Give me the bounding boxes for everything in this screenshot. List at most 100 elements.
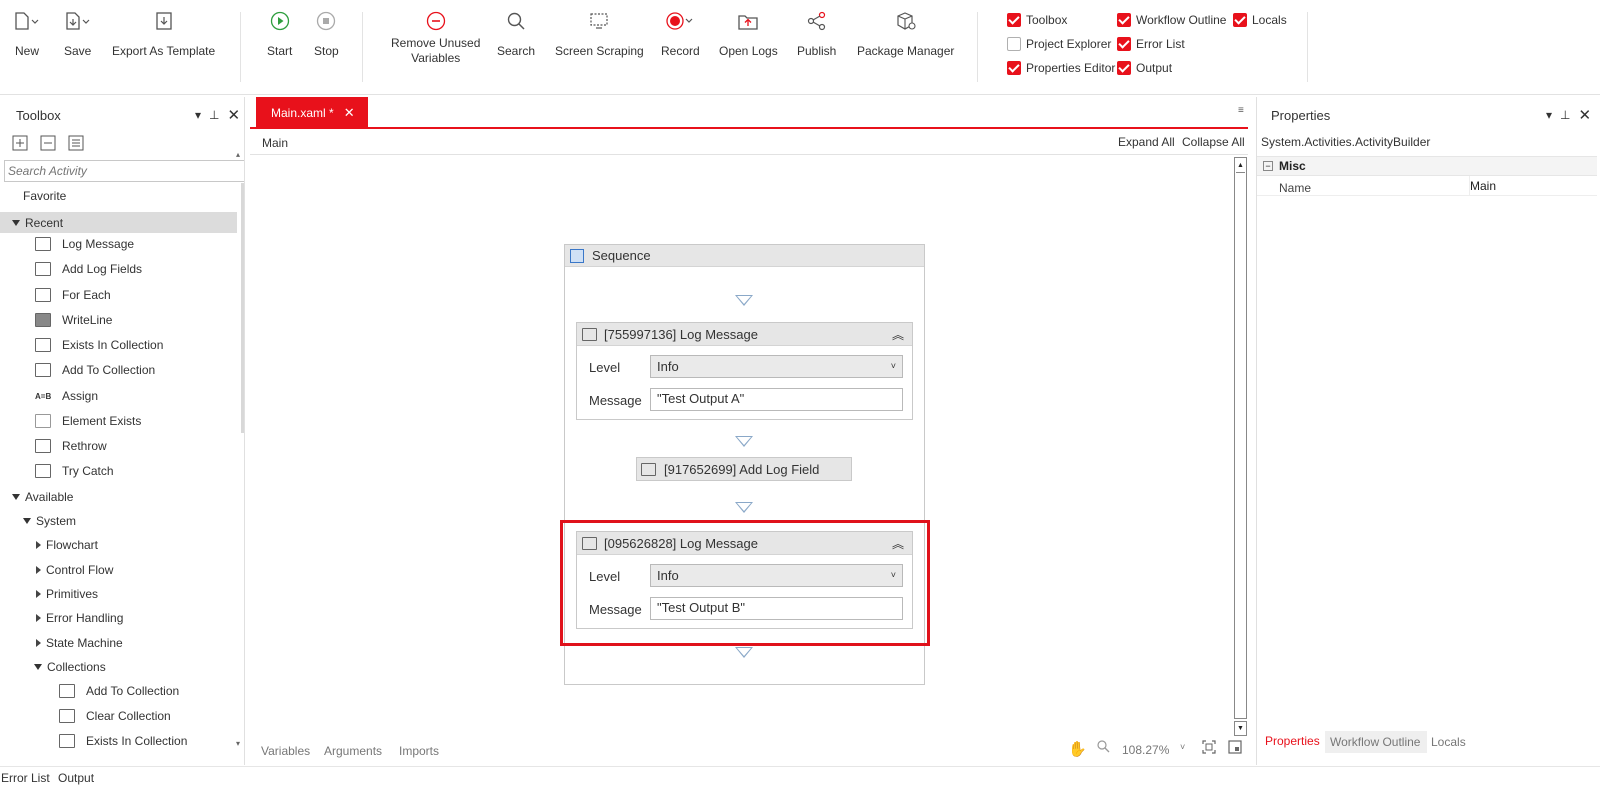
collapse-category-icon[interactable]: − — [1263, 161, 1273, 171]
favorite-node[interactable]: Favorite — [23, 189, 66, 203]
toolbox-scrollbar[interactable] — [241, 183, 244, 433]
toolbox-item[interactable]: Add To Collection — [59, 684, 179, 698]
expanded-arrow-icon — [23, 518, 31, 524]
publish-button[interactable]: Publish — [797, 10, 836, 59]
error-list-tab[interactable]: Error List — [1, 771, 50, 785]
control-flow-node[interactable]: Control Flow — [36, 563, 113, 577]
new-button[interactable]: New — [14, 10, 40, 59]
arguments-tab[interactable]: Arguments — [324, 744, 382, 758]
toolbox-item[interactable]: Log Message — [35, 237, 134, 251]
collapse-activity-icon[interactable]: ︽ — [892, 326, 904, 343]
pin-icon[interactable]: ⊥ — [1560, 108, 1570, 122]
log-message-activity[interactable]: [095626828] Log Message ︽ Level Info ˅ M… — [576, 531, 913, 629]
close-icon[interactable]: ✕ — [227, 106, 240, 124]
search-button[interactable]: Search — [497, 10, 535, 59]
stop-button[interactable]: Stop — [314, 10, 339, 59]
toolbox-checkbox[interactable]: Toolbox — [1007, 13, 1067, 27]
start-label: Start — [267, 44, 293, 58]
item-label: Add To Collection — [62, 363, 156, 377]
locals-tab[interactable]: Locals — [1431, 735, 1466, 749]
locals-checkbox[interactable]: Locals — [1233, 13, 1287, 27]
imports-tab[interactable]: Imports — [399, 744, 439, 758]
save-button[interactable]: Save — [64, 10, 91, 59]
state-machine-node[interactable]: State Machine — [36, 636, 123, 650]
properties-tab[interactable]: Properties — [1265, 734, 1320, 748]
item-label: Log Message — [62, 237, 135, 251]
scroll-down-icon[interactable]: ▾ — [236, 739, 240, 748]
expand-all-link[interactable]: Expand All — [1118, 135, 1175, 149]
system-node[interactable]: System — [23, 514, 76, 528]
toolbox-item[interactable]: For Each — [35, 288, 111, 302]
collections-node[interactable]: Collections — [34, 660, 106, 674]
dropdown-icon[interactable]: ▾ — [1546, 108, 1552, 122]
property-type-name: System.Activities.ActivityBuilder — [1261, 135, 1431, 149]
project-explorer-checkbox[interactable]: Project Explorer — [1007, 37, 1111, 51]
tab-main-xaml[interactable]: Main.xaml * ✕ — [256, 97, 368, 128]
close-icon[interactable]: ✕ — [1578, 106, 1591, 124]
output-tab[interactable]: Output — [58, 771, 94, 785]
expand-all-icon[interactable] — [12, 135, 28, 151]
available-node[interactable]: Available — [12, 490, 73, 504]
scroll-up-icon[interactable]: ▲ — [1236, 159, 1245, 173]
level-dropdown[interactable]: Info ˅ — [650, 355, 903, 378]
tab-menu-icon[interactable]: ≡ — [1238, 105, 1244, 116]
open-logs-button[interactable]: Open Logs — [719, 10, 778, 59]
fit-to-screen-icon[interactable] — [1202, 740, 1216, 754]
toolbox-item[interactable]: Add To Collection — [35, 363, 155, 377]
designer-vertical-scrollbar[interactable]: ▲ — [1234, 157, 1247, 719]
search-activity-input[interactable] — [4, 160, 244, 182]
error-handling-node[interactable]: Error Handling — [36, 611, 123, 625]
remove-unused-variables-button[interactable]: Remove Unused Variables — [391, 10, 480, 66]
zoom-dropdown-icon[interactable]: ˅ — [1180, 742, 1185, 752]
add-log-field-activity[interactable]: [917652699] Add Log Field — [636, 457, 852, 481]
toolbox-item[interactable]: Element Exists — [35, 414, 141, 428]
pin-icon[interactable]: ⊥ — [209, 108, 219, 122]
variables-tab[interactable]: Variables — [261, 744, 310, 758]
screen-scraping-button[interactable]: Screen Scraping — [555, 10, 644, 59]
tab-label: Main.xaml * — [271, 105, 334, 120]
collapse-all-icon[interactable] — [40, 135, 56, 151]
output-checkbox[interactable]: Output — [1117, 61, 1172, 75]
misc-category[interactable]: − Misc — [1257, 156, 1597, 176]
zoom-level[interactable]: 108.27% — [1122, 743, 1169, 757]
message-field[interactable]: "Test Output A" — [650, 388, 903, 411]
recent-node[interactable]: Recent — [0, 212, 237, 233]
collapse-activity-icon[interactable]: ︽ — [892, 535, 904, 552]
toolbox-item[interactable]: Try Catch — [35, 464, 114, 478]
start-button[interactable]: Start — [267, 10, 292, 59]
property-name-value[interactable]: Main — [1470, 179, 1496, 193]
workflow-outline-checkbox[interactable]: Workflow Outline — [1117, 13, 1226, 27]
breadcrumb[interactable]: Main — [262, 136, 288, 150]
log-message-activity[interactable]: [755997136] Log Message ︽ Level Info ˅ M… — [576, 322, 913, 420]
item-label: Exists In Collection — [86, 734, 188, 748]
toolbox-item[interactable]: A=B Assign — [35, 389, 98, 403]
overview-icon[interactable] — [1228, 740, 1242, 754]
toolbox-item[interactable]: Exists In Collection — [35, 338, 163, 352]
pan-hand-icon[interactable]: ✋ — [1068, 740, 1087, 758]
collapse-all-link[interactable]: Collapse All — [1182, 135, 1245, 149]
workflow-outline-tab[interactable]: Workflow Outline — [1330, 735, 1420, 749]
flowchart-node[interactable]: Flowchart — [36, 538, 98, 552]
toolbox-item[interactable]: WriteLine — [35, 313, 112, 327]
toolbox-item[interactable]: Add Log Fields — [35, 262, 142, 276]
scroll-up-icon[interactable]: ▴ — [236, 150, 240, 159]
primitives-node[interactable]: Primitives — [36, 587, 98, 601]
stop-icon — [316, 10, 336, 32]
tab-close-icon[interactable]: ✕ — [344, 105, 355, 121]
remove-unused-label-1: Remove Unused — [391, 36, 481, 50]
zoom-icon[interactable] — [1096, 739, 1110, 753]
message-field[interactable]: "Test Output B" — [650, 597, 903, 620]
toolbox-item[interactable]: Clear Collection — [59, 709, 171, 723]
error-list-checkbox[interactable]: Error List — [1117, 37, 1185, 51]
level-dropdown[interactable]: Info ˅ — [650, 564, 903, 587]
ribbon-divider — [977, 12, 978, 82]
toolbox-item[interactable]: Rethrow — [35, 439, 107, 453]
export-template-button[interactable]: Export As Template — [112, 10, 215, 59]
item-label: Rethrow — [62, 439, 107, 453]
properties-editor-checkbox[interactable]: Properties Editor — [1007, 61, 1115, 75]
toolbox-item[interactable]: Exists In Collection — [59, 734, 187, 748]
list-view-icon[interactable] — [68, 135, 84, 151]
record-button[interactable]: Record — [661, 10, 700, 59]
package-manager-button[interactable]: Package Manager — [857, 10, 954, 59]
dropdown-icon[interactable]: ▾ — [195, 108, 201, 122]
